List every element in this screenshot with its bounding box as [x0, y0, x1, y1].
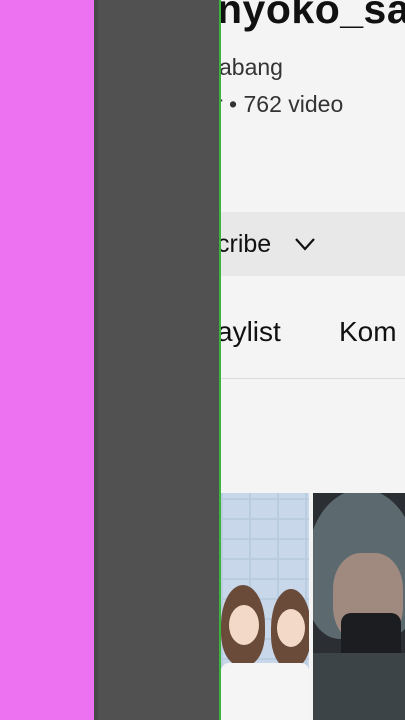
- thumbnail-character-face: [277, 609, 305, 647]
- subscribe-button[interactable]: cribe: [221, 212, 405, 276]
- magenta-background-strip: [0, 0, 94, 720]
- subscribe-label: cribe: [221, 229, 272, 258]
- tab-playlist[interactable]: aylist: [221, 316, 281, 348]
- video-thumbnail[interactable]: [221, 493, 309, 720]
- channel-tabs: aylist Kom: [221, 316, 405, 378]
- gray-background-strip: [94, 0, 220, 720]
- tab-komunitas[interactable]: Kom: [339, 316, 397, 348]
- chevron-down-icon: [295, 238, 316, 251]
- thumbnail-jacket: [313, 653, 405, 720]
- channel-handle: abang: [221, 54, 283, 80]
- tabs-divider: [221, 378, 405, 379]
- channel-page: nyoko_sa abang r • 762 video cribe aylis…: [221, 0, 405, 720]
- channel-stats: r • 762 video: [221, 91, 344, 117]
- thumbnail-character-face: [229, 605, 259, 645]
- video-thumbnail[interactable]: [313, 493, 405, 720]
- thumbnail-character-body: [221, 663, 309, 720]
- channel-name: nyoko_sa: [221, 0, 405, 32]
